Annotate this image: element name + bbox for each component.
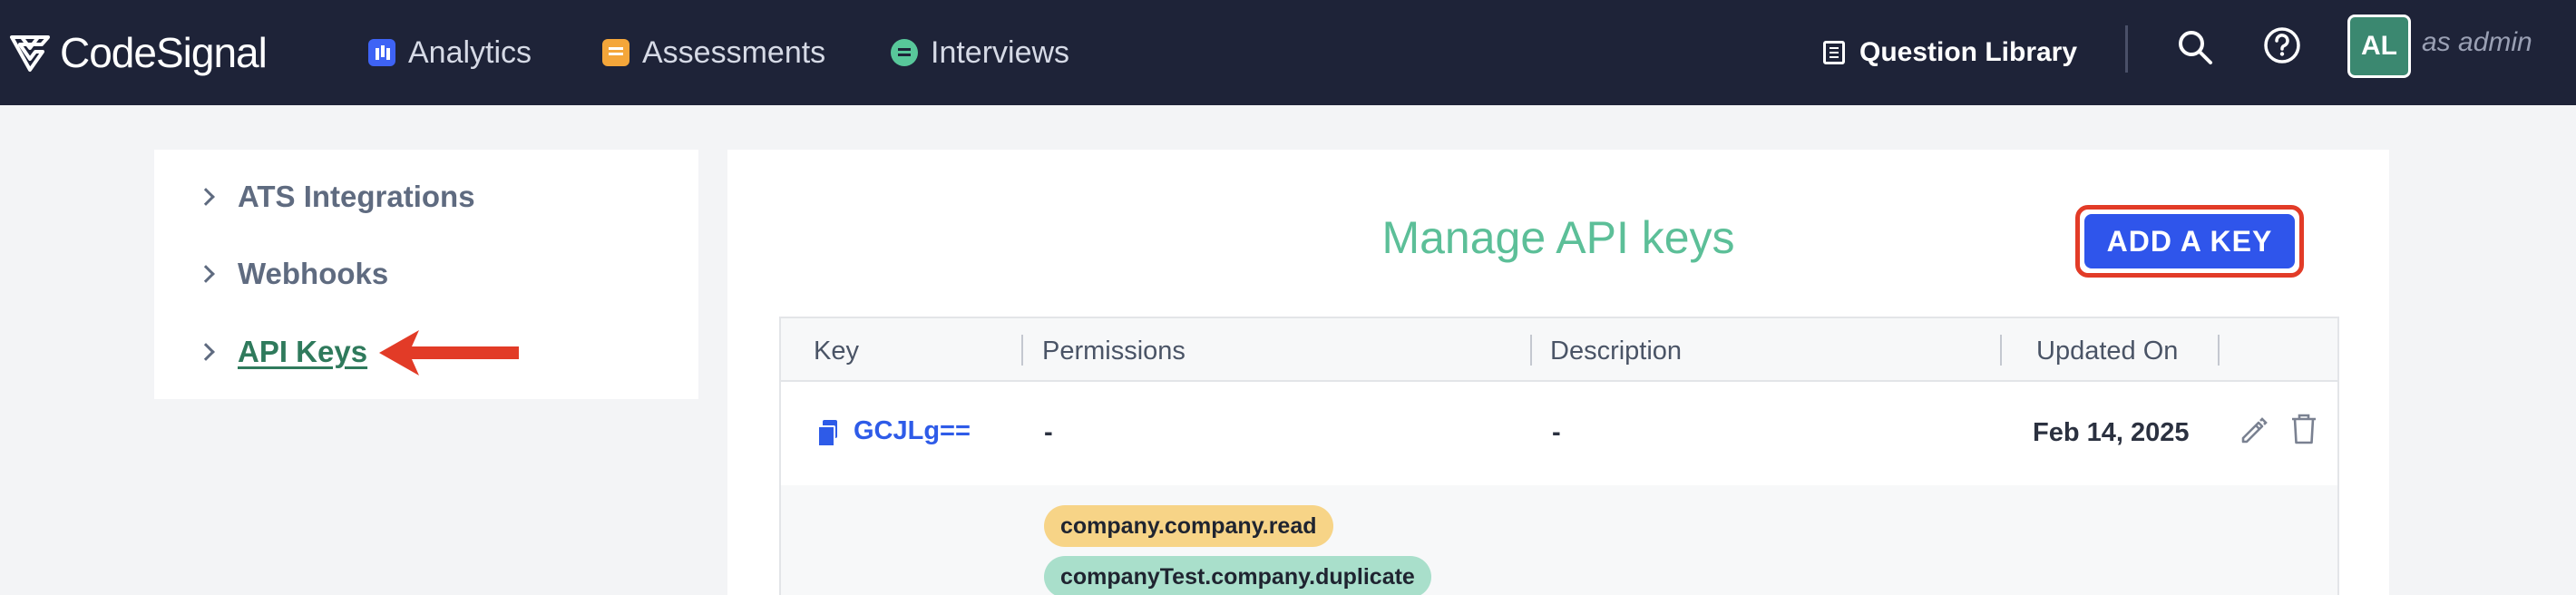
sidebar-item-ats-integrations[interactable]: ATS Integrations: [197, 170, 475, 224]
nav-interviews-label: Interviews: [931, 34, 1070, 70]
permissions-expanded-row: company.company.read companyTest.company…: [781, 485, 2337, 595]
permission-badge: companyTest.company.duplicate: [1044, 556, 1431, 595]
add-key-button[interactable]: ADD A KEY: [2084, 214, 2295, 268]
sidebar-item-label: API Keys: [238, 335, 368, 368]
column-resizer[interactable]: [2000, 335, 2002, 366]
permissions-cell: -: [1044, 418, 1053, 447]
sidebar-item-label: ATS Integrations: [238, 180, 475, 213]
chevron-right-icon: [197, 265, 215, 283]
analytics-icon: [368, 39, 395, 66]
nav-assessments-label: Assessments: [642, 34, 826, 70]
column-header-permissions[interactable]: Permissions: [1042, 337, 1186, 366]
copy-icon[interactable]: [817, 419, 837, 447]
brand-logo[interactable]: CodeSignal: [9, 20, 268, 85]
question-library-label: Question Library: [1859, 37, 2078, 67]
table-header: Key Permissions Description Updated On: [781, 318, 2337, 382]
sidebar-item-label: Webhooks: [238, 257, 389, 290]
interviews-icon: [891, 39, 918, 66]
nav-assessments[interactable]: Assessments: [602, 20, 825, 85]
api-key-value[interactable]: GCJLg==: [854, 416, 971, 446]
permission-badge: company.company.read: [1044, 505, 1333, 547]
trash-icon[interactable]: [2290, 413, 2317, 445]
library-icon: [1823, 41, 1845, 64]
header-divider: [2125, 25, 2128, 73]
description-cell: -: [1552, 418, 1561, 447]
chevron-right-icon: [197, 343, 215, 361]
api-key-cell[interactable]: GCJLg==: [817, 416, 971, 447]
codesignal-logo-icon: [10, 35, 50, 72]
role-label: as admin: [2422, 27, 2532, 57]
column-resizer[interactable]: [2218, 335, 2220, 366]
question-library-link[interactable]: Question Library: [1823, 20, 2077, 85]
top-navigation-bar: CodeSignal Analytics Assessments Intervi…: [0, 0, 2576, 105]
column-resizer[interactable]: [1530, 335, 1532, 366]
column-header-description[interactable]: Description: [1550, 337, 1682, 366]
nav-interviews[interactable]: Interviews: [891, 20, 1069, 85]
help-icon[interactable]: [2262, 25, 2302, 65]
nav-analytics[interactable]: Analytics: [368, 20, 532, 85]
column-header-key[interactable]: Key: [814, 337, 859, 366]
sidebar-item-webhooks[interactable]: Webhooks: [197, 247, 389, 301]
column-header-updated-on[interactable]: Updated On: [2036, 337, 2178, 366]
api-keys-table: Key Permissions Description Updated On G…: [779, 317, 2339, 595]
column-resizer[interactable]: [1021, 335, 1023, 366]
brand-name: CodeSignal: [60, 29, 268, 76]
annotation-arrow-icon: [379, 330, 519, 376]
avatar[interactable]: AL: [2347, 15, 2411, 78]
edit-icon[interactable]: [2238, 415, 2269, 445]
nav-analytics-label: Analytics: [408, 34, 532, 70]
sidebar-item-api-keys[interactable]: API Keys: [197, 325, 368, 379]
assessments-icon: [602, 39, 629, 66]
api-keys-panel: Manage API keys ADD A KEY Key Permission…: [727, 150, 2389, 595]
search-icon[interactable]: [2175, 27, 2215, 67]
add-key-highlight: ADD A KEY: [2075, 205, 2304, 278]
chevron-right-icon: [197, 188, 215, 206]
table-row[interactable]: GCJLg== - - Feb 14, 2025: [781, 384, 2337, 485]
updated-on-cell: Feb 14, 2025: [2033, 418, 2190, 447]
